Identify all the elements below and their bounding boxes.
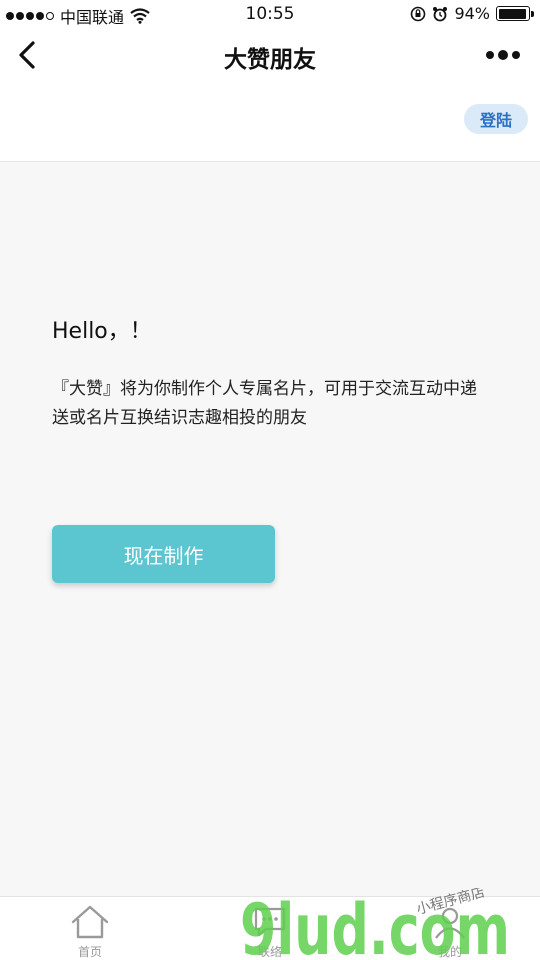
- intro-text: 『大赞』将为你制作个人专属名片，可用于交流互动中递送或名片互换结识志趣相投的朋友: [52, 379, 477, 428]
- tab-bar: 首页 联络 我的: [0, 896, 540, 960]
- login-button[interactable]: 登陆: [464, 104, 528, 134]
- nav-bar: 大赞朋友: [0, 28, 540, 84]
- home-icon: [71, 905, 109, 939]
- header-strip: 登陆: [0, 84, 540, 162]
- tab-home-label: 首页: [77, 945, 102, 959]
- main-content: Hello，！ 『大赞』将为你制作个人专属名片，可用于交流互动中递送或名片互换结…: [0, 163, 540, 896]
- greeting-text: Hello，！: [52, 319, 152, 344]
- make-card-button[interactable]: 现在制作: [52, 525, 275, 583]
- battery-percent: 94%: [454, 4, 490, 23]
- tab-mine[interactable]: 我的: [360, 897, 540, 960]
- more-button[interactable]: [486, 50, 520, 60]
- chat-icon: [254, 907, 286, 937]
- person-icon: [435, 907, 465, 939]
- status-bar: 中国联通 10:55 94%: [0, 0, 540, 28]
- alarm-icon: [433, 6, 448, 21]
- tab-home[interactable]: 首页: [0, 897, 180, 960]
- tab-contact-label: 联络: [257, 945, 282, 959]
- more-dots-icon: [486, 51, 494, 59]
- status-right: 94%: [410, 4, 534, 23]
- tab-contact[interactable]: 联络: [180, 897, 360, 960]
- battery-fill: [498, 8, 526, 19]
- battery-icon: [496, 6, 534, 21]
- rotation-lock-icon: [411, 6, 426, 21]
- tab-mine-label: 我的: [437, 945, 462, 959]
- page-title: 大赞朋友: [224, 47, 316, 73]
